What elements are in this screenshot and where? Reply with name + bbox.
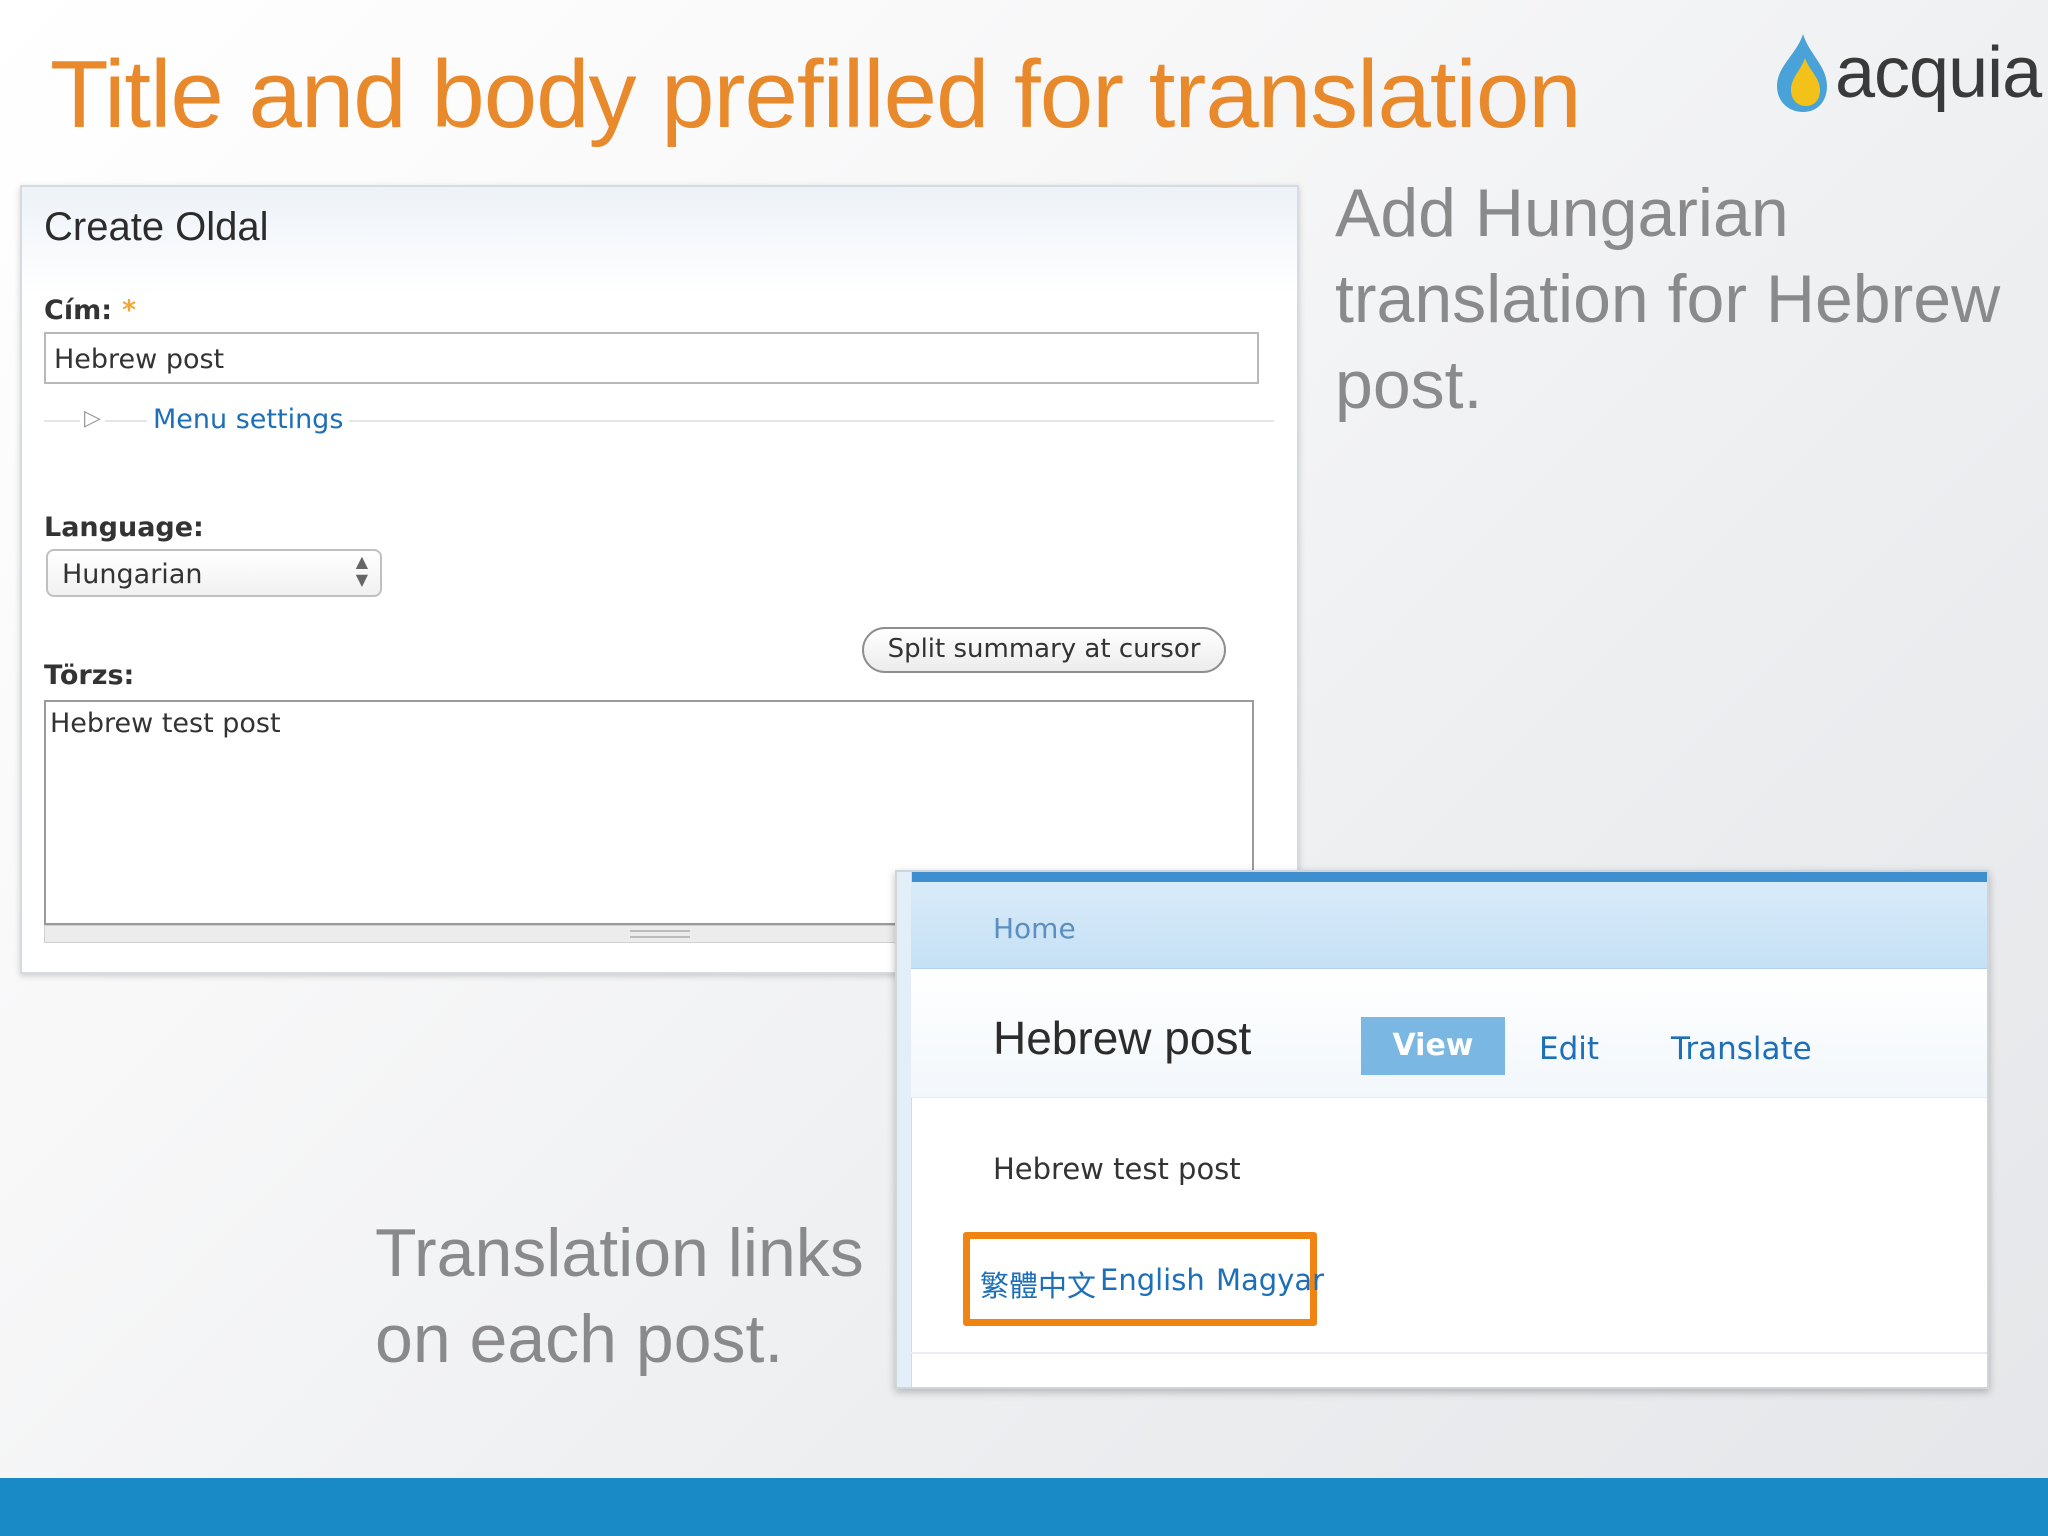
drop-icon: [1777, 34, 1827, 112]
node-title: Hebrew post: [993, 1012, 1252, 1064]
node-footer-divider: [911, 1352, 1987, 1354]
tab-view[interactable]: View: [1361, 1017, 1505, 1075]
required-mark: *: [122, 295, 137, 326]
language-field-label: Language:: [44, 512, 204, 543]
language-select-value: Hungarian: [62, 559, 203, 590]
caption-translation-links: Translation links on each post.: [375, 1215, 864, 1377]
split-summary-button[interactable]: Split summary at cursor: [862, 627, 1226, 673]
form-heading: Create Oldal: [44, 205, 269, 249]
slide-title: Title and body prefilled for translation: [50, 41, 1582, 148]
language-link-english[interactable]: English: [1100, 1263, 1205, 1297]
node-body-text: Hebrew test post: [993, 1152, 1241, 1186]
language-link-chinese[interactable]: 繁體中文: [980, 1263, 1096, 1305]
logo-text: acquia: [1835, 33, 2042, 113]
node-view-panel: Home Hebrew post View Edit Translate Heb…: [895, 870, 1989, 1389]
body-field-label: Törzs:: [44, 660, 135, 691]
translation-links-highlight: 繁體中文 English Magyar: [963, 1232, 1324, 1326]
menu-settings-fieldset: ▷ Menu settings: [44, 402, 1274, 442]
language-link-magyar[interactable]: Magyar: [1216, 1263, 1324, 1297]
title-field-label: Cím: *: [44, 295, 136, 326]
title-label-text: Cím:: [44, 295, 113, 326]
breadcrumb-home-link[interactable]: Home: [993, 912, 1076, 945]
breadcrumb-bar: Home: [911, 882, 1987, 969]
tab-translate[interactable]: Translate: [1671, 1031, 1812, 1067]
create-node-form: Create Oldal Cím: * Hebrew post ▷ Menu se…: [20, 185, 1299, 974]
panel-left-bar: [897, 872, 912, 1387]
caption-add-hungarian: Add Hungarian translation for Hebrew pos…: [1335, 175, 2001, 423]
select-arrows-icon: ▲ ▼: [355, 552, 368, 589]
tab-edit[interactable]: Edit: [1539, 1031, 1599, 1067]
footer-bar: [0, 1478, 2048, 1536]
expand-triangle-icon[interactable]: ▷: [80, 406, 105, 431]
title-input[interactable]: Hebrew post: [44, 332, 1259, 384]
panel-top-border: [897, 872, 1987, 882]
language-select[interactable]: Hungarian ▲ ▼: [46, 549, 382, 597]
acquia-logo: acquia: [1765, 28, 2042, 118]
menu-settings-link[interactable]: Menu settings: [147, 404, 350, 435]
node-header: Hebrew post View Edit Translate: [911, 969, 1987, 1098]
resize-grip-icon[interactable]: [630, 930, 690, 938]
